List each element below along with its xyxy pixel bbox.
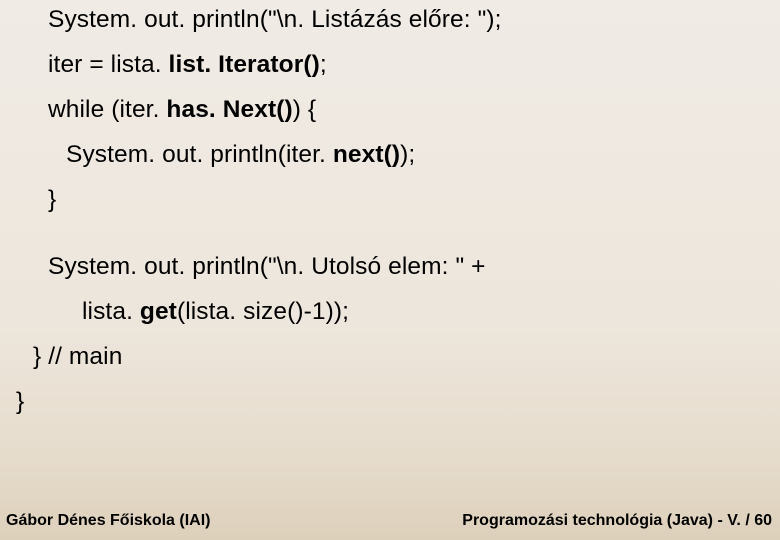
code-text: System. out. println(iter. bbox=[66, 141, 333, 168]
code-bold: get bbox=[140, 298, 177, 325]
code-text: iter = lista. bbox=[48, 51, 169, 78]
code-line: } bbox=[0, 390, 780, 415]
code-line: lista. get(lista. size()-1)); bbox=[0, 300, 780, 325]
code-line: System. out. println(iter. next()); bbox=[0, 143, 780, 168]
slide: System. out. println("\n. Listázás előre… bbox=[0, 0, 780, 540]
footer: Gábor Dénes Főiskola (IAI) Programozási … bbox=[0, 508, 780, 540]
code-bold: has. Next() bbox=[166, 96, 292, 123]
code-text: } // main bbox=[33, 343, 122, 370]
code-text: System. out. println("\n. Listázás előre… bbox=[48, 6, 502, 33]
code-text: ); bbox=[400, 141, 415, 168]
code-text: } bbox=[16, 388, 24, 415]
blank-line bbox=[0, 233, 780, 255]
code-text: ) { bbox=[293, 96, 316, 123]
code-line: System. out. println("\n. Listázás előre… bbox=[0, 8, 780, 33]
code-text: while (iter. bbox=[48, 96, 166, 123]
footer-left: Gábor Dénes Főiskola (IAI) bbox=[6, 512, 210, 530]
code-line: while (iter. has. Next()) { bbox=[0, 98, 780, 123]
code-text: (lista. size()-1)); bbox=[177, 298, 349, 325]
code-line: } bbox=[0, 188, 780, 213]
code-text: ; bbox=[320, 51, 327, 78]
code-block: System. out. println("\n. Listázás előre… bbox=[0, 8, 780, 435]
footer-right: Programozási technológia (Java) - V. / 6… bbox=[462, 512, 772, 530]
code-bold: list. Iterator() bbox=[169, 51, 320, 78]
code-text: lista. bbox=[82, 298, 140, 325]
code-line: } // main bbox=[0, 345, 780, 370]
code-text: } bbox=[48, 186, 56, 213]
code-line: iter = lista. list. Iterator(); bbox=[0, 53, 780, 78]
code-line: System. out. println("\n. Utolsó elem: "… bbox=[0, 255, 780, 280]
code-text: System. out. println("\n. Utolsó elem: "… bbox=[48, 253, 486, 280]
code-bold: next() bbox=[333, 141, 400, 168]
